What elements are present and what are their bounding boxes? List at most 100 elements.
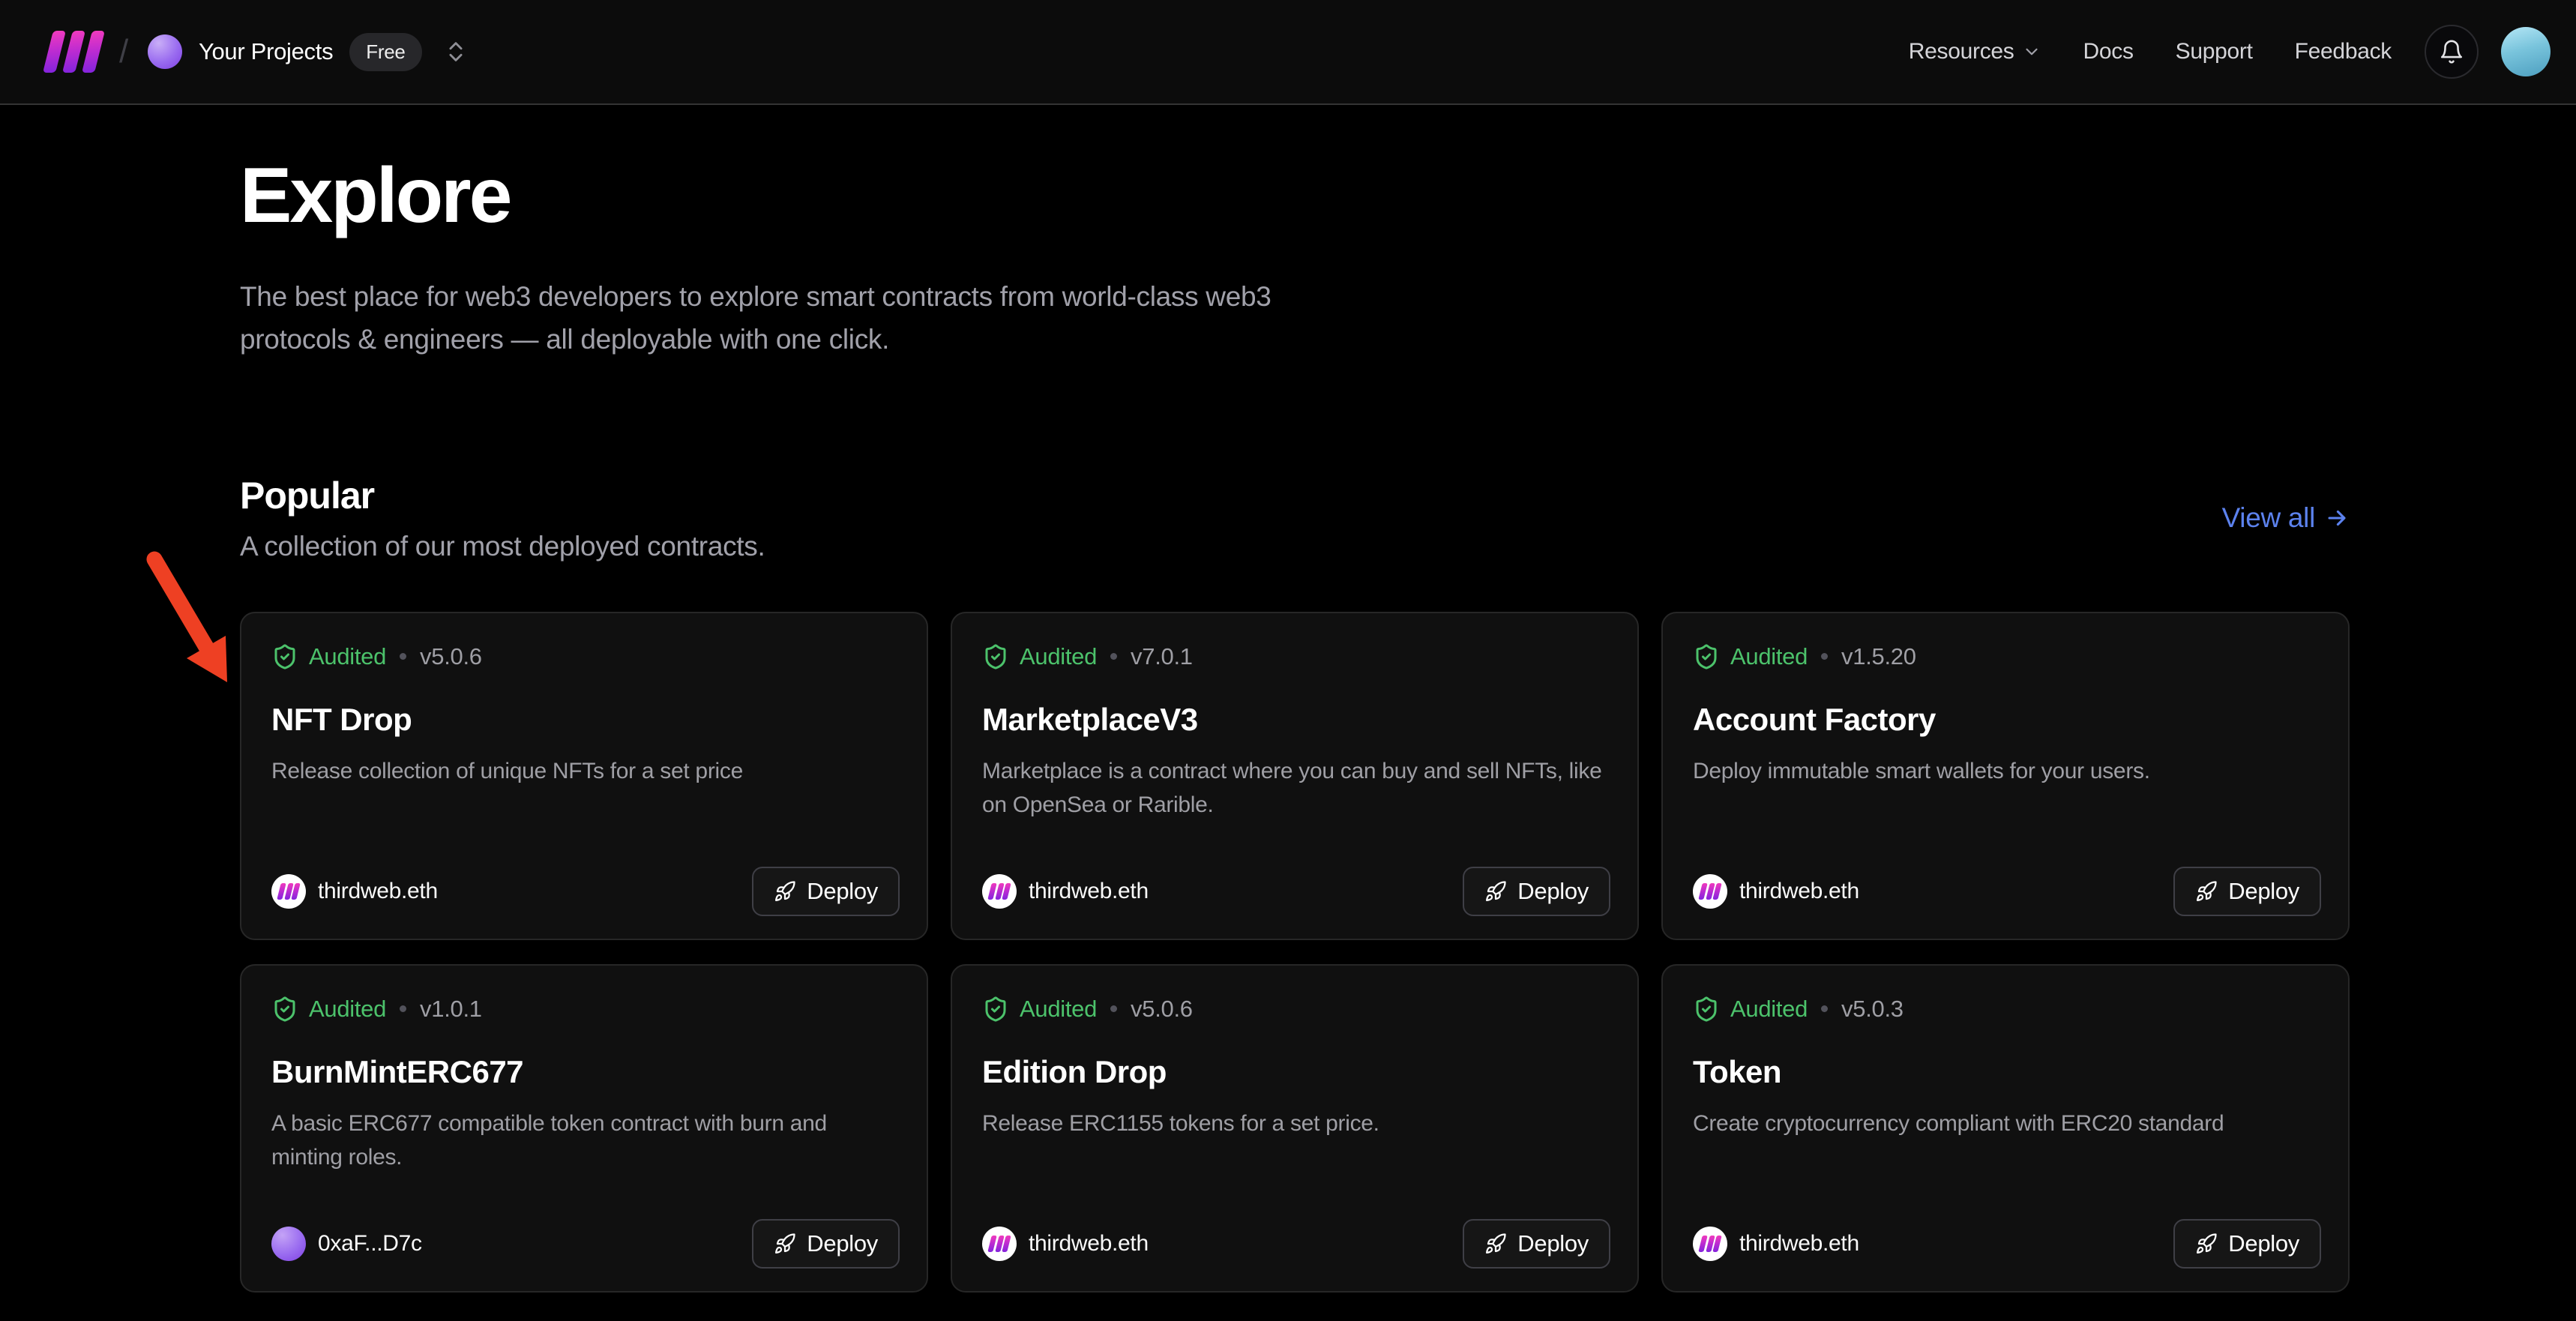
dot-separator [1821, 1005, 1828, 1012]
contract-description: Create cryptocurrency compliant with ERC… [1693, 1107, 2318, 1140]
team-switcher[interactable]: Your Projects Free [148, 33, 422, 71]
deploy-label: Deploy [1517, 878, 1589, 905]
audited-badge: Audited [1020, 996, 1097, 1023]
team-name: Your Projects [199, 38, 333, 65]
publisher-avatar [982, 874, 1017, 909]
main-content: Explore The best place for web3 develope… [240, 105, 2350, 1293]
dot-separator [1821, 653, 1828, 660]
arrow-right-icon [2324, 505, 2350, 531]
publisher-link[interactable]: thirdweb.eth [982, 874, 1149, 909]
card-meta-row: Audited v7.0.1 [982, 643, 1607, 670]
breadcrumb-separator: / [119, 33, 128, 70]
shield-check-icon [271, 643, 298, 670]
contract-card-burnminterc677[interactable]: Audited v1.0.1 BurnMintERC677 A basic ER… [240, 964, 928, 1293]
contract-card-edition-drop[interactable]: Audited v5.0.6 Edition Drop Release ERC1… [951, 964, 1639, 1293]
rocket-icon [774, 1233, 796, 1255]
deploy-button[interactable]: Deploy [2173, 867, 2321, 916]
logo-bar [82, 31, 105, 73]
shield-check-icon [982, 643, 1009, 670]
team-select-toggle[interactable] [443, 39, 469, 64]
audited-badge: Audited [1730, 643, 1808, 670]
shield-check-icon [271, 996, 298, 1023]
publisher-avatar [982, 1227, 1017, 1261]
deploy-button[interactable]: Deploy [752, 1219, 900, 1269]
popular-heading-block: Popular A collection of our most deploye… [240, 474, 765, 562]
rocket-icon [2195, 880, 2218, 903]
page-subtitle: The best place for web3 developers to ex… [240, 275, 1379, 361]
publisher-link[interactable]: thirdweb.eth [1693, 874, 1859, 909]
deploy-button[interactable]: Deploy [2173, 1219, 2321, 1269]
contract-title: NFT Drop [271, 702, 897, 738]
nav-support[interactable]: Support [2176, 39, 2253, 64]
publisher-avatar [1693, 1227, 1727, 1261]
nav-docs-label: Docs [2083, 39, 2134, 64]
card-meta-row: Audited v5.0.6 [271, 643, 897, 670]
card-footer: thirdweb.eth Deploy [1693, 1219, 2321, 1269]
audited-badge: Audited [309, 643, 386, 670]
publisher-name: thirdweb.eth [1739, 879, 1859, 904]
thirdweb-logo[interactable] [48, 31, 100, 73]
version-label: v5.0.6 [1131, 996, 1193, 1023]
chevrons-up-down-icon [443, 39, 469, 64]
version-label: v1.5.20 [1841, 643, 1916, 670]
header-left: / Your Projects Free [48, 31, 469, 73]
plan-badge: Free [349, 33, 421, 71]
header-right: Resources Docs Support Feedback [1867, 25, 2551, 79]
view-all-link[interactable]: View all [2222, 502, 2350, 534]
bell-icon [2439, 39, 2464, 64]
shield-check-icon [982, 996, 1009, 1023]
dot-separator [400, 653, 406, 660]
view-all-label: View all [2222, 502, 2315, 534]
publisher-link[interactable]: 0xaF...D7c [271, 1227, 422, 1261]
deploy-button[interactable]: Deploy [1463, 867, 1610, 916]
publisher-avatar [271, 874, 306, 909]
deploy-label: Deploy [1517, 1230, 1589, 1257]
popular-section-header: Popular A collection of our most deploye… [240, 474, 2350, 562]
nav-docs[interactable]: Docs [2083, 39, 2134, 64]
publisher-name: thirdweb.eth [1029, 1231, 1149, 1257]
audited-badge: Audited [1020, 643, 1097, 670]
dot-separator [1110, 1005, 1117, 1012]
logo-bar [62, 31, 85, 73]
contract-card-account-factory[interactable]: Audited v1.5.20 Account Factory Deploy i… [1661, 612, 2350, 940]
contract-title: Account Factory [1693, 702, 2318, 738]
deploy-label: Deploy [807, 1230, 878, 1257]
notifications-button[interactable] [2425, 25, 2479, 79]
publisher-link[interactable]: thirdweb.eth [982, 1227, 1149, 1261]
publisher-link[interactable]: thirdweb.eth [1693, 1227, 1859, 1261]
contract-card-marketplacev3[interactable]: Audited v7.0.1 MarketplaceV3 Marketplace… [951, 612, 1639, 940]
contract-title: Edition Drop [982, 1054, 1607, 1090]
contract-description: A basic ERC677 compatible token contract… [271, 1107, 897, 1174]
contracts-grid: Audited v5.0.6 NFT Drop Release collecti… [240, 612, 2350, 1293]
publisher-name: thirdweb.eth [1029, 879, 1149, 904]
card-footer: 0xaF...D7c Deploy [271, 1219, 900, 1269]
rocket-icon [2195, 1233, 2218, 1255]
deploy-label: Deploy [2228, 878, 2299, 905]
explore-page: / Your Projects Free Resources Docs Supp… [0, 0, 2576, 1321]
contract-title: Token [1693, 1054, 2318, 1090]
publisher-link[interactable]: thirdweb.eth [271, 874, 438, 909]
contract-card-token[interactable]: Audited v5.0.3 Token Create cryptocurren… [1661, 964, 2350, 1293]
publisher-name: 0xaF...D7c [318, 1231, 422, 1257]
card-meta-row: Audited v5.0.6 [982, 996, 1607, 1023]
chevron-down-icon [2022, 42, 2041, 61]
popular-title: Popular [240, 474, 765, 517]
card-meta-row: Audited v1.5.20 [1693, 643, 2318, 670]
publisher-name: thirdweb.eth [1739, 1231, 1859, 1257]
deploy-button[interactable]: Deploy [1463, 1219, 1610, 1269]
contract-description: Deploy immutable smart wallets for your … [1693, 754, 2318, 788]
contract-title: BurnMintERC677 [271, 1054, 897, 1090]
publisher-name: thirdweb.eth [318, 879, 438, 904]
nav-feedback[interactable]: Feedback [2295, 39, 2392, 64]
contract-card-nft-drop[interactable]: Audited v5.0.6 NFT Drop Release collecti… [240, 612, 928, 940]
card-footer: thirdweb.eth Deploy [1693, 867, 2321, 916]
nav-resources[interactable]: Resources [1909, 39, 2041, 64]
dot-separator [1110, 653, 1117, 660]
version-label: v1.0.1 [420, 996, 482, 1023]
audited-badge: Audited [1730, 996, 1808, 1023]
page-title: Explore [240, 151, 2350, 241]
shield-check-icon [1693, 643, 1720, 670]
card-footer: thirdweb.eth Deploy [982, 1219, 1610, 1269]
deploy-button[interactable]: Deploy [752, 867, 900, 916]
user-avatar[interactable] [2501, 27, 2551, 76]
